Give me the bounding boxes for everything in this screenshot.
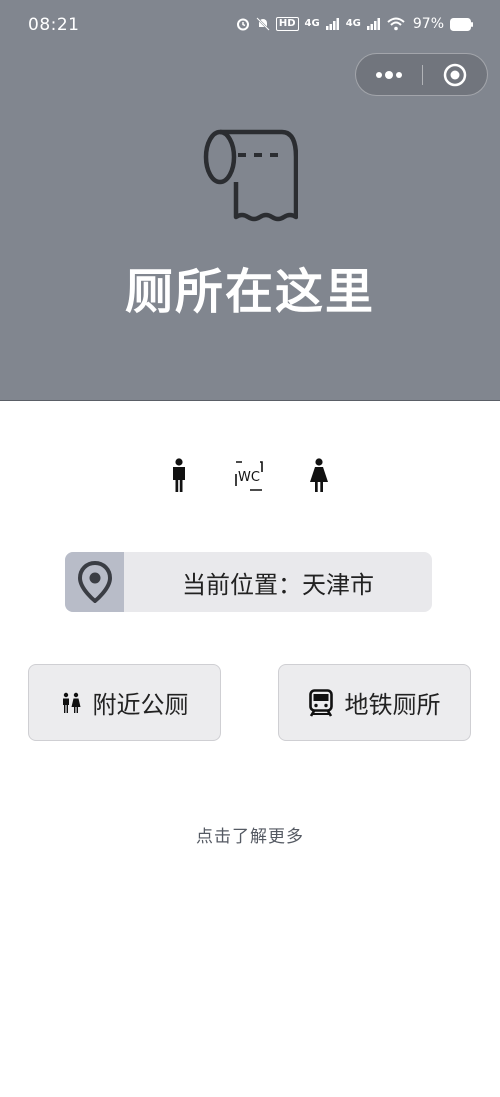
subway-toilets-button[interactable]: 地铁厕所 [278,664,471,741]
location-icon-box [65,552,124,612]
network-4g-2: 4G [345,18,361,29]
woman-icon [310,458,328,492]
page-title: 厕所在这里 [124,264,375,320]
battery-icon [450,17,473,31]
nearby-toilets-label: 附近公厕 [92,691,189,719]
header-banner: 08:21 HD 4G 4G 97% 厕所在这里 [0,0,500,401]
learn-more-link[interactable]: 点击了解更多 [0,822,500,847]
status-icons: HD 4G 4G 97% [236,16,474,32]
wifi-icon [387,17,405,31]
capsule-close-button[interactable] [423,54,487,95]
man-icon [173,458,185,492]
capsule-more-button[interactable] [356,54,422,95]
location-label: 当前位置：天津市 [182,570,374,599]
toilet-paper-icon [203,129,298,222]
current-location-bar[interactable]: 当前位置：天津市 [65,552,432,612]
mini-program-capsule [355,53,488,96]
battery-percent: 97% [412,16,444,32]
wc-icon: WC [235,461,263,491]
more-dots-icon [376,70,402,79]
alarm-icon [236,18,249,31]
restroom-people-icon [62,692,80,713]
subway-toilets-label: 地铁厕所 [344,691,441,719]
nearby-toilets-button[interactable]: 附近公厕 [28,664,221,741]
signal-icon-1 [325,18,339,30]
wc-label: WC [238,470,260,485]
hd-badge: HD [275,17,299,31]
status-time: 08:21 [28,15,80,35]
network-4g-1: 4G [304,18,320,29]
mute-bell-icon [256,17,270,31]
target-close-icon [443,63,467,86]
subway-train-icon [308,688,333,717]
location-pin-icon [77,561,112,603]
status-bar: 08:21 HD 4G 4G 97% [0,0,500,52]
signal-icon-2 [366,18,380,30]
